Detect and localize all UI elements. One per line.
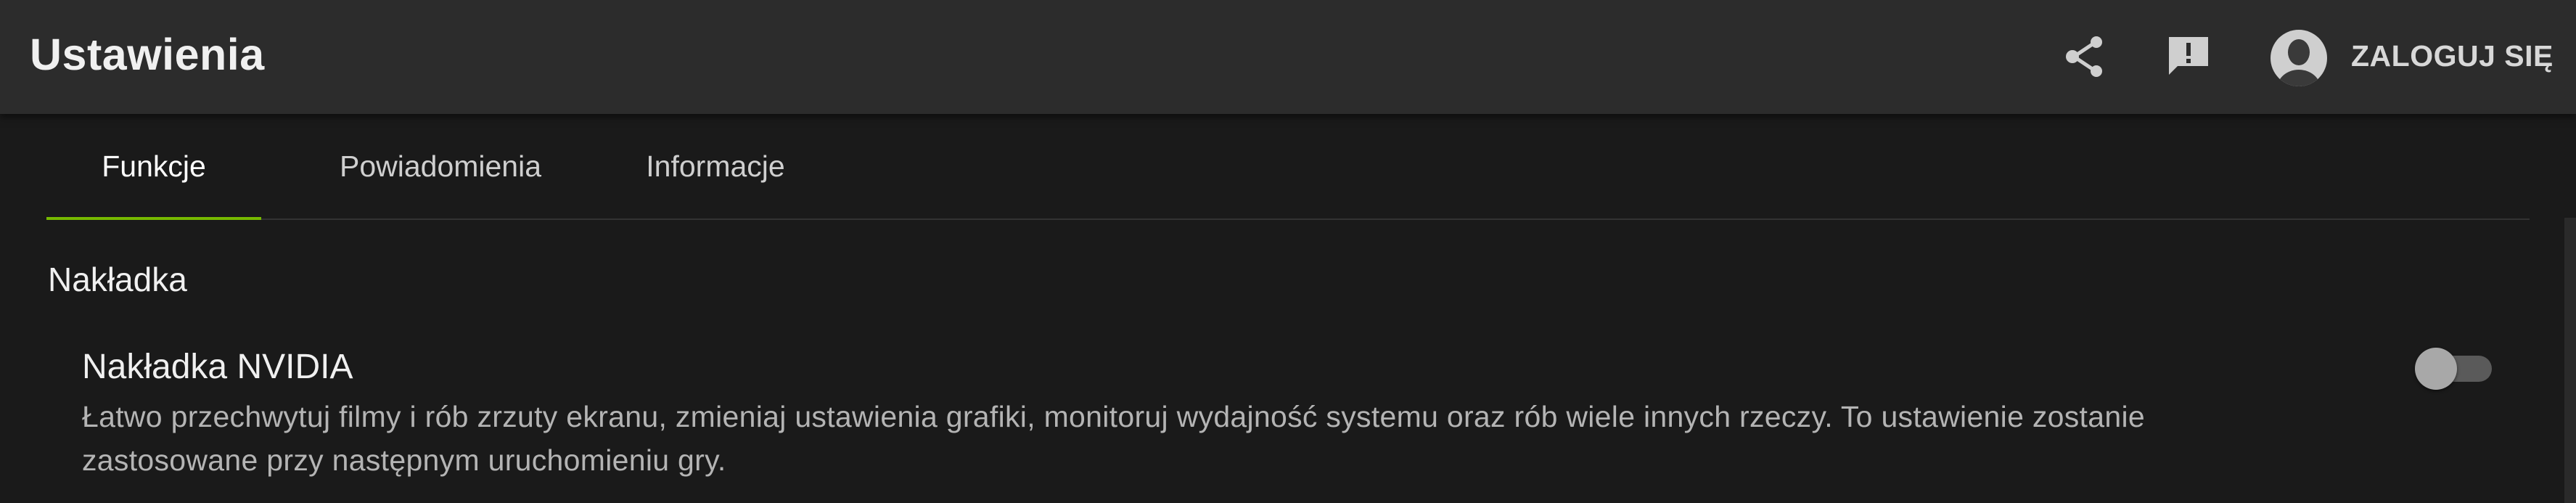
active-tab-indicator xyxy=(46,217,261,220)
tab-label: Funkcje xyxy=(102,149,206,183)
tab-label: Powiadomienia xyxy=(339,149,542,183)
scrollbar[interactable] xyxy=(2564,218,2576,503)
setting-name: Nakładka NVIDIA xyxy=(82,348,353,386)
section-title: Nakładka xyxy=(48,261,187,298)
avatar[interactable] xyxy=(2270,29,2328,87)
share-button[interactable] xyxy=(2055,26,2116,87)
tab-information[interactable]: Informacje xyxy=(627,114,804,218)
toggle-knob xyxy=(2415,348,2457,390)
feedback-button[interactable] xyxy=(2158,26,2219,87)
page-title: Ustawienia xyxy=(30,30,265,79)
title-bar: Ustawienia ZALOGUJ SIĘ xyxy=(0,0,2576,114)
feedback-icon xyxy=(2169,37,2208,75)
avatar-icon xyxy=(2271,30,2327,86)
setting-description-line: zastosowane przy następnym uruchomieniu … xyxy=(82,443,726,477)
share-icon xyxy=(2066,36,2102,77)
setting-description-line: Łatwo przechwytuj filmy i rób zrzuty ekr… xyxy=(82,400,2145,433)
tab-notifications[interactable]: Powiadomienia xyxy=(313,114,567,218)
login-button[interactable]: ZALOGUJ SIĘ xyxy=(2351,39,2554,73)
setting-description: Łatwo przechwytuj filmy i rób zrzuty ekr… xyxy=(82,395,2368,482)
tab-label: Informacje xyxy=(646,149,785,183)
tab-features[interactable]: Funkcje xyxy=(46,114,261,220)
overlay-toggle[interactable] xyxy=(2415,345,2496,390)
tab-bar: Funkcje Powiadomienia Informacje xyxy=(46,114,2530,220)
